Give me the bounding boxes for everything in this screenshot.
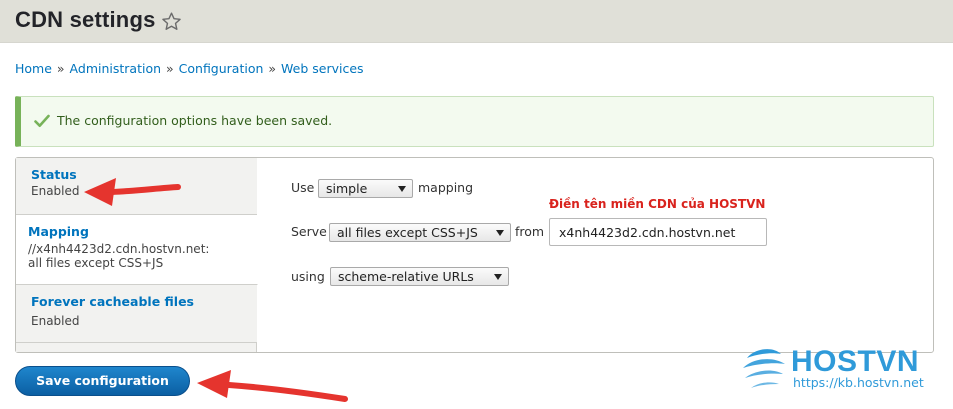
- hostvn-watermark: HOSTVN https://kb.hostvn.net: [741, 344, 931, 394]
- mapping-mode-select[interactable]: simple: [318, 179, 413, 198]
- use-label: Use: [291, 180, 315, 195]
- hostvn-url: https://kb.hostvn.net: [793, 375, 924, 390]
- breadcrumb-configuration[interactable]: Configuration: [179, 61, 264, 76]
- tab-forever-cacheable-files-summary: Enabled: [31, 314, 80, 328]
- mapping-label: mapping: [418, 180, 474, 195]
- hostvn-logo-icon: [743, 349, 785, 388]
- tab-status-title: Status: [31, 167, 77, 182]
- cdn-domain-input[interactable]: x4nh4423d2.cdn.hostvn.net: [549, 218, 767, 246]
- status-message-text: The configuration options have been save…: [57, 113, 333, 128]
- page-header: CDN settings: [0, 0, 953, 43]
- chevron-down-icon: [398, 186, 406, 192]
- breadcrumb: Home » Administration » Configuration » …: [15, 61, 364, 76]
- chevron-down-icon: [494, 274, 502, 280]
- hostvn-wordmark: HOSTVN: [791, 345, 920, 378]
- mapping-pane: Use simple mapping Serve all files excep…: [258, 158, 933, 352]
- tab-mapping-summary-line-2: all files except CSS+JS: [28, 256, 164, 270]
- tab-mapping[interactable]: Mapping //x4nh4423d2.cdn.hostvn.net: all…: [16, 215, 258, 285]
- tab-forever-cacheable-files[interactable]: Forever cacheable files Enabled: [16, 285, 257, 343]
- tab-forever-cacheable-files-title: Forever cacheable files: [31, 294, 195, 309]
- breadcrumb-separator: »: [56, 61, 65, 76]
- serve-label: Serve: [291, 224, 327, 239]
- page-title: CDN settings: [15, 7, 156, 32]
- status-message: The configuration options have been save…: [15, 96, 934, 147]
- breadcrumb-separator: »: [268, 61, 277, 76]
- using-label: using: [291, 269, 325, 284]
- breadcrumb-administration[interactable]: Administration: [70, 61, 161, 76]
- star-icon[interactable]: [161, 11, 182, 32]
- serve-files-select[interactable]: all files except CSS+JS: [329, 223, 511, 242]
- url-scheme-value: scheme-relative URLs: [338, 269, 474, 284]
- breadcrumb-home[interactable]: Home: [15, 61, 52, 76]
- breadcrumb-web-services[interactable]: Web services: [281, 61, 364, 76]
- page: CDN settings Home » Administration » Con…: [0, 0, 953, 409]
- breadcrumb-separator: »: [166, 61, 174, 76]
- check-icon: [34, 114, 50, 127]
- from-label: from: [515, 224, 545, 239]
- serve-files-value: all files except CSS+JS: [337, 225, 478, 240]
- mapping-mode-value: simple: [326, 181, 368, 196]
- url-scheme-select[interactable]: scheme-relative URLs: [330, 267, 509, 286]
- arrow-to-status-icon: [84, 178, 181, 206]
- chevron-down-icon: [496, 230, 504, 236]
- tab-status-summary: Enabled: [31, 184, 80, 198]
- tab-mapping-title: Mapping: [28, 224, 89, 239]
- save-configuration-button[interactable]: Save configuration: [15, 366, 190, 396]
- arrow-to-save-icon: [197, 370, 348, 402]
- tab-mapping-summary-line-1: //x4nh4423d2.cdn.hostvn.net:: [28, 242, 210, 256]
- cdn-domain-annotation: Điền tên miền CDN của HOSTVN: [549, 197, 766, 211]
